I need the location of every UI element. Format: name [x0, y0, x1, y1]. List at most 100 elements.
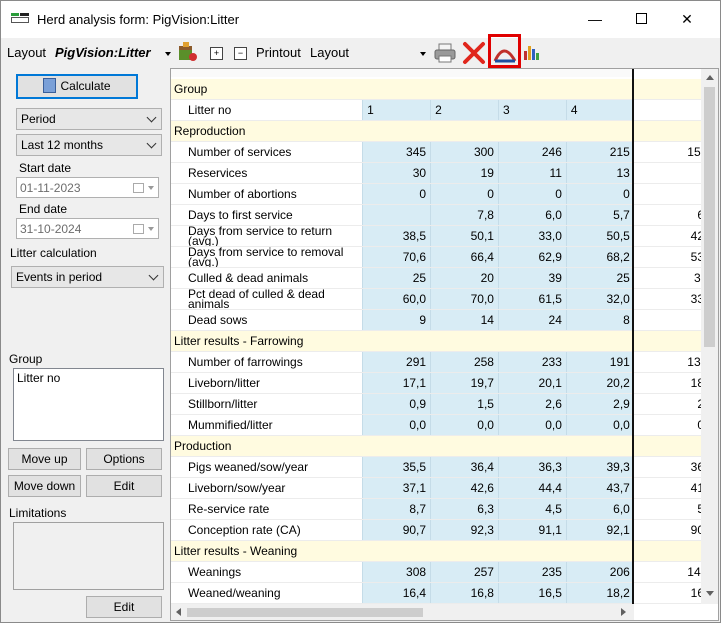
edit-limitations-button[interactable]: Edit — [86, 596, 162, 618]
value-cell: 0,0 — [565, 414, 634, 436]
section-title: Litter results - Weaning — [171, 540, 718, 562]
table-row[interactable]: Days from service to removal (avg.) 70,6 6… — [171, 246, 718, 268]
delete-icon[interactable] — [462, 41, 486, 65]
value-cell: 7,8 — [430, 204, 499, 226]
table-row[interactable]: Days to first service7,86,05,76,1 — [171, 204, 718, 226]
table-row[interactable]: Dead sows91424897 — [171, 309, 718, 331]
printout-dropdown[interactable]: Layout — [306, 41, 431, 65]
table-row[interactable]: Days from service to return (avg.) 38,5 50… — [171, 225, 718, 247]
calculate-button[interactable]: Calculate — [16, 74, 138, 99]
value-cell: 4,5 — [497, 498, 567, 520]
table-row[interactable]: Conception rate (CA)90,792,391,192,190,6 — [171, 519, 718, 541]
limitations-box[interactable] — [13, 522, 164, 590]
value-cell: 14 — [430, 309, 499, 331]
table-row[interactable]: Liveborn/litter17,119,720,120,218,8 — [171, 372, 718, 394]
layout-dropdown-arrow — [165, 52, 171, 56]
edit-group-button[interactable]: Edit — [86, 475, 162, 497]
row-label: Liveborn/sow/year — [171, 477, 363, 499]
minimize-button[interactable]: — — [572, 1, 618, 38]
value-cell: 38,5 — [362, 225, 431, 247]
options-button[interactable]: Options — [86, 448, 162, 470]
value-cell: 6,0 — [497, 204, 567, 226]
table-row[interactable]: Re-service rate8,76,34,56,05,5 — [171, 498, 718, 520]
end-date-field[interactable]: 31-10-2024 — [16, 218, 159, 239]
value-cell: 308 — [362, 561, 431, 583]
row-label: Stillborn/litter — [171, 393, 363, 415]
move-down-button[interactable]: Move down — [8, 475, 81, 497]
value-cell: 191 — [565, 351, 634, 373]
table-row[interactable]: Pigs weaned/sow/year35,536,436,339,336,4 — [171, 456, 718, 478]
group-listbox[interactable]: Litter no — [13, 368, 164, 441]
value-cell: 36,4 — [430, 456, 499, 478]
start-date-field[interactable]: 01-11-2023 — [16, 177, 159, 198]
value-cell: 6,0 — [565, 498, 634, 520]
table-row[interactable]: Stillborn/litter0,91,52,62,92,3 — [171, 393, 718, 415]
scroll-up-icon[interactable] — [706, 75, 714, 80]
value-cell: 60,0 — [362, 288, 431, 310]
calendar-icon — [133, 183, 144, 193]
value-cell: 68,2 — [565, 246, 634, 268]
scroll-right-icon[interactable] — [621, 608, 626, 616]
move-up-button[interactable]: Move up — [8, 448, 81, 470]
value-cell: 9 — [362, 309, 431, 331]
value-cell: 0,0 — [497, 414, 567, 436]
litter-no-cell: 1 — [362, 99, 431, 121]
horizontal-scroll-thumb[interactable] — [187, 608, 423, 617]
value-cell: 0,0 — [430, 414, 499, 436]
maximize-button[interactable] — [618, 1, 664, 38]
row-label: Days from service to return (avg.) — [171, 225, 363, 247]
value-cell: 30 — [362, 162, 431, 184]
value-cell: 92,3 — [430, 519, 499, 541]
table-row[interactable]: Mummified/litter0,00,00,00,00,0 — [171, 414, 718, 436]
period-type-select[interactable]: Period — [16, 108, 162, 130]
printout-dropdown-arrow — [420, 52, 426, 56]
printout-label: Printout — [256, 45, 301, 60]
value-cell: 17,1 — [362, 372, 431, 394]
value-cell: 50,1 — [430, 225, 499, 247]
table-row[interactable]: Culled & dead animals25203925309 — [171, 267, 718, 289]
start-date-value: 01-11-2023 — [20, 181, 81, 195]
end-date-value: 31-10-2024 — [20, 222, 82, 236]
build-icon[interactable] — [177, 41, 199, 63]
vertical-scrollbar[interactable] — [701, 69, 718, 604]
table-row[interactable]: Liveborn/sow/year37,142,644,443,741,5 — [171, 477, 718, 499]
scroll-down-icon[interactable] — [706, 591, 714, 596]
grid-top-strip — [171, 69, 633, 77]
value-cell: 20 — [430, 267, 499, 289]
scroll-left-icon[interactable] — [176, 608, 181, 616]
table-row[interactable]: Number of abortions00000 — [171, 183, 718, 205]
litter-no-cell: 2 — [430, 99, 499, 121]
vertical-scroll-thumb[interactable] — [704, 87, 715, 347]
litter-calculation-value: Events in period — [16, 270, 103, 284]
value-cell: 20,2 — [565, 372, 634, 394]
row-label: Weaned/weaning — [171, 582, 363, 604]
table-row[interactable]: Reservices3019111385 — [171, 162, 718, 184]
close-button[interactable]: ✕ — [664, 1, 710, 38]
printer-icon[interactable] — [433, 42, 457, 64]
table-row[interactable]: Number of farrowings2912582331911379 — [171, 351, 718, 373]
value-cell: 235 — [497, 561, 567, 583]
table-row[interactable]: Number of services3453002462151559 — [171, 141, 718, 163]
period-select[interactable]: Last 12 months — [16, 134, 162, 156]
row-label: Number of abortions — [171, 183, 363, 205]
results-table: GroupLitter no12345ReproductionNumber of… — [171, 79, 718, 604]
layout-dropdown[interactable]: PigVision:Litter — [51, 41, 173, 65]
table-row[interactable]: Weanings3082572352061423 — [171, 561, 718, 583]
main-window: Herd analysis form: PigVision:Litter — ✕… — [0, 0, 721, 623]
litter-calculation-select[interactable]: Events in period — [11, 266, 164, 288]
data-grid[interactable]: GroupLitter no12345ReproductionNumber of… — [170, 68, 719, 621]
horizontal-scrollbar[interactable] — [171, 604, 634, 620]
period-value: Last 12 months — [21, 138, 104, 152]
value-cell: 24 — [497, 309, 567, 331]
collapse-icon[interactable]: − — [234, 47, 247, 60]
litter-no-cell: 3 — [497, 99, 567, 121]
section-header-row: Group — [171, 79, 718, 100]
value-cell: 0 — [430, 183, 499, 205]
expand-icon[interactable]: + — [210, 47, 223, 60]
value-cell: 43,7 — [565, 477, 634, 499]
bar-chart-icon[interactable] — [522, 43, 540, 61]
table-row[interactable]: Weaned/weaning16,416,816,518,216,5 — [171, 582, 718, 604]
group-list-item[interactable]: Litter no — [17, 371, 160, 385]
table-row[interactable]: Pct dead of culled & dead animals 60,0 70,… — [171, 288, 718, 310]
row-label: Days from service to removal (avg.) — [171, 246, 363, 268]
